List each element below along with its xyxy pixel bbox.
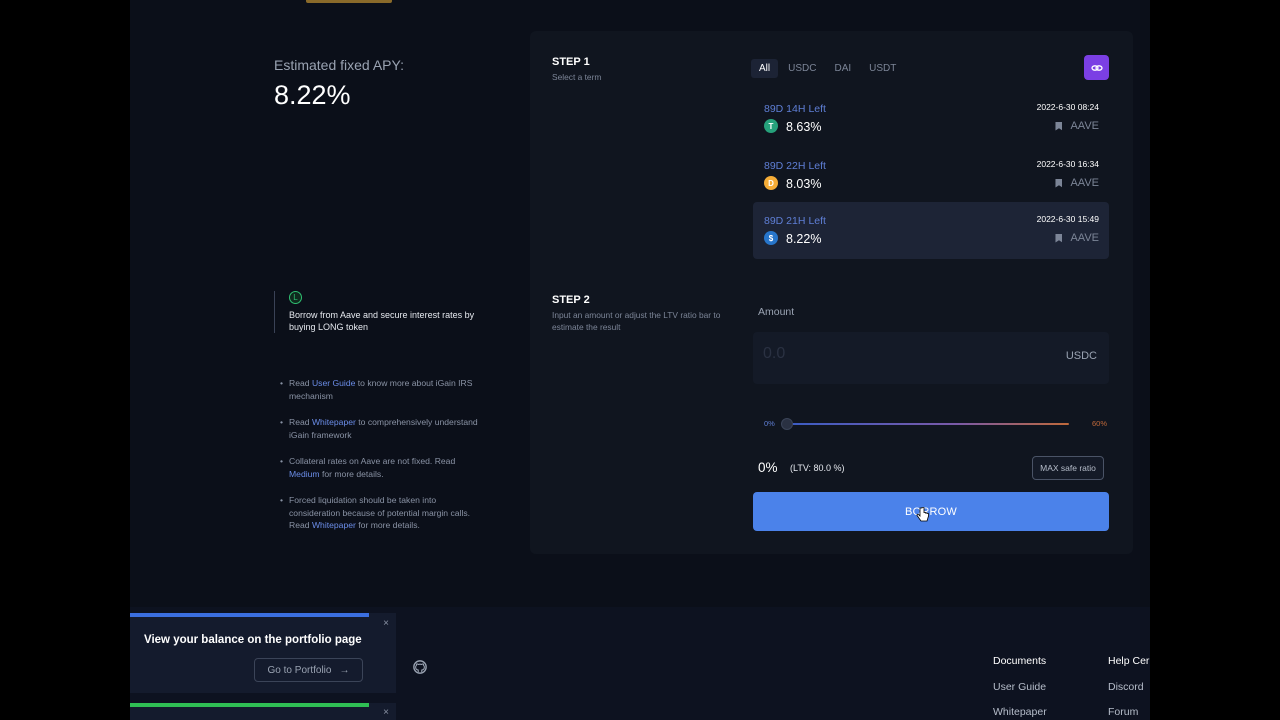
slider-max-label: 60% — [1091, 419, 1107, 428]
amount-label: Amount — [758, 306, 795, 318]
borrow-button[interactable]: BORROW — [753, 492, 1109, 531]
go-to-portfolio-button[interactable]: Go to Portfolio → — [254, 658, 363, 682]
slider-handle[interactable] — [781, 418, 793, 430]
step1-subtitle: Select a term — [552, 72, 602, 82]
apy-value: 8.22% — [274, 80, 351, 110]
footer-documents-heading: Documents — [993, 655, 1047, 667]
term-rate: 8.63% — [786, 120, 822, 134]
amount-unit: USDC — [1065, 350, 1097, 362]
bookmark-icon — [1055, 233, 1063, 243]
note-item: Read Whitepaper to comprehensively under… — [280, 416, 480, 441]
term-option-usdc[interactable]: 89D 21H Left $ 8.22% 2022-6-30 15:49 AAVE — [753, 202, 1109, 259]
step2-title: STEP 2 — [552, 294, 590, 306]
portfolio-toast: × View your balance on the portfolio pag… — [130, 613, 396, 693]
term-protocol: AAVE — [1055, 120, 1099, 132]
usdc-coin-icon: $ — [764, 231, 778, 245]
term-rate: 8.03% — [786, 177, 822, 191]
ltv-percent: 0% — [758, 460, 778, 475]
close-icon[interactable]: × — [383, 618, 389, 629]
amount-field[interactable]: USDC — [753, 332, 1109, 384]
toast-progress-bar — [130, 703, 369, 707]
tab-dai[interactable]: DAI — [826, 59, 859, 78]
tab-usdt[interactable]: USDT — [861, 59, 904, 78]
app-window: Estimated fixed APY: 8.22% L Borrow from… — [130, 0, 1150, 720]
step2-subtitle: Input an amount or adjust the LTV ratio … — [552, 310, 721, 332]
dai-coin-icon: D — [764, 176, 778, 190]
bookmark-icon — [1055, 178, 1063, 188]
info-box: L Borrow from Aave and secure interest r… — [274, 291, 484, 333]
coin-tabs: All USDC DAI USDT — [751, 59, 906, 78]
slider-track[interactable] — [786, 423, 1069, 425]
ltv-text: (LTV: 80.0 %) — [790, 463, 845, 473]
term-duration: 89D 14H — [764, 103, 806, 115]
term-duration: 89D 22H — [764, 160, 806, 172]
footer-discord-link[interactable]: Discord — [1108, 681, 1144, 693]
borrow-panel: STEP 1 Select a term All USDC DAI USDT 8… — [530, 31, 1133, 554]
whitepaper-link[interactable]: Whitepaper — [312, 417, 356, 427]
bookmark-icon — [1055, 121, 1063, 131]
step1-title: STEP 1 — [552, 56, 590, 68]
term-duration: 89D 21H — [764, 215, 806, 227]
footer-forum-link[interactable]: Forum — [1108, 706, 1138, 718]
arrow-right-icon: → — [339, 664, 350, 676]
term-date: 2022-6-30 15:49 — [1036, 214, 1099, 224]
notes-list: Read User Guide to know more about iGain… — [280, 377, 480, 546]
footer-whitepaper-link[interactable]: Whitepaper — [993, 706, 1047, 718]
toast-progress-bar — [130, 613, 369, 617]
close-icon[interactable]: × — [383, 707, 389, 718]
apy-label: Estimated fixed APY: — [274, 57, 404, 73]
toast-message: View your balance on the portfolio page — [144, 634, 362, 646]
term-date: 2022-6-30 08:24 — [1036, 102, 1099, 112]
term-option-dai[interactable]: 89D 22H Left D 8.03% 2022-6-30 16:34 AAVE — [753, 149, 1109, 205]
note-item: Forced liquidation should be taken into … — [280, 494, 480, 532]
top-tab-indicator — [306, 0, 392, 3]
second-toast: × — [130, 703, 396, 720]
link-icon — [1090, 64, 1103, 71]
note-item: Read User Guide to know more about iGain… — [280, 377, 480, 402]
usdt-coin-icon: T — [764, 119, 778, 133]
user-guide-link[interactable]: User Guide — [312, 378, 355, 388]
footer-help-center-heading: Help Cer — [1108, 655, 1150, 667]
footer-user-guide-link[interactable]: User Guide — [993, 681, 1046, 693]
term-rate: 8.22% — [786, 232, 822, 246]
note-item: Collateral rates on Aave are not fixed. … — [280, 455, 480, 480]
medium-link[interactable]: Medium — [289, 469, 320, 479]
term-date: 2022-6-30 16:34 — [1036, 159, 1099, 169]
tab-usdc[interactable]: USDC — [780, 59, 824, 78]
hand-cursor-icon — [916, 507, 929, 522]
slider-min-label: 0% — [764, 419, 775, 428]
link-button[interactable] — [1084, 55, 1109, 80]
max-safe-ratio-button[interactable]: MAX safe ratio — [1032, 456, 1104, 480]
github-icon[interactable] — [413, 660, 427, 674]
ltv-slider[interactable]: 0% 60% — [764, 416, 1107, 432]
term-protocol: AAVE — [1055, 232, 1099, 244]
tab-all[interactable]: All — [751, 59, 779, 78]
amount-input[interactable] — [763, 345, 1023, 363]
long-token-icon: L — [289, 291, 302, 304]
term-option-usdt[interactable]: 89D 14H Left T 8.63% 2022-6-30 08:24 AAVE — [753, 92, 1109, 148]
info-description: Borrow from Aave and secure interest rat… — [289, 310, 475, 332]
whitepaper-link-2[interactable]: Whitepaper — [312, 520, 356, 530]
term-protocol: AAVE — [1055, 177, 1099, 189]
